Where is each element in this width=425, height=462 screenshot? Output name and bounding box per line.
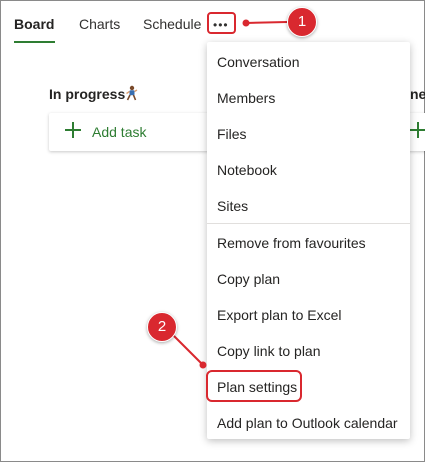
callout-connectors [171,19,288,369]
callout-1: 1 [287,7,317,37]
callout-2: 2 [147,312,177,342]
